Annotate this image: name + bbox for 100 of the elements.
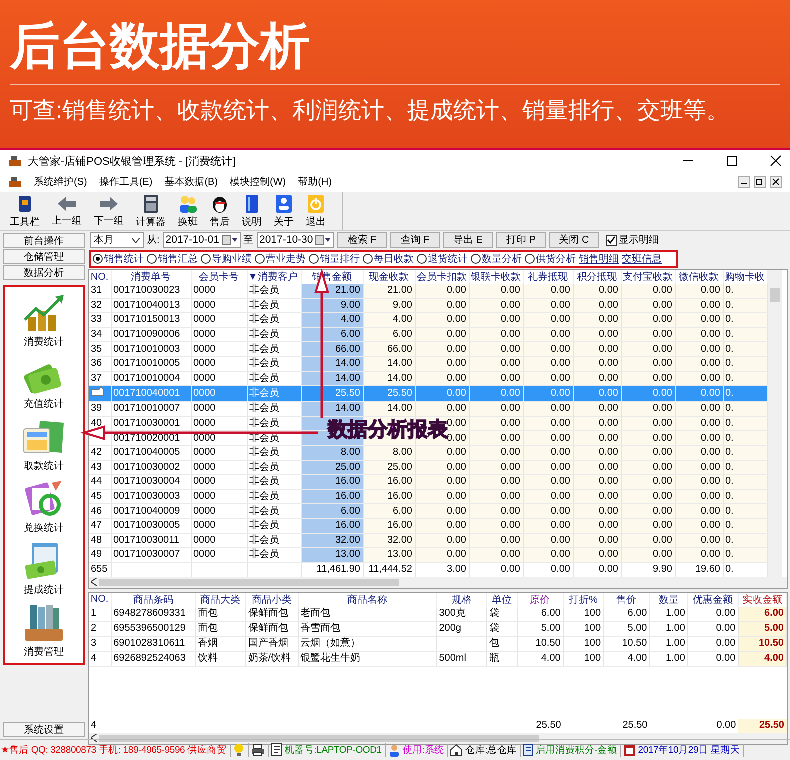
column-header[interactable]: 商品小类 — [246, 592, 298, 607]
table-cell: 0000 — [194, 432, 216, 444]
column-header[interactable]: 原价 — [517, 592, 564, 607]
sidebar-item[interactable]: 提成统计 — [5, 537, 83, 599]
sidebar-tab[interactable]: 前台操作 — [3, 233, 85, 248]
table-cell: 0.00 — [599, 329, 618, 340]
table-cell: 0.00 — [447, 462, 466, 473]
table-cell: 0.00 — [716, 638, 736, 650]
menu-item[interactable]: 模块控制(W) — [230, 175, 286, 189]
table-cell: 0.00 — [551, 476, 570, 488]
banner-subtitle: 可查:销售统计、收款统计、利润统计、提成统计、销量排行、交班等。 — [10, 96, 730, 125]
toolbar-button[interactable]: 下一组 — [88, 192, 130, 230]
report-radio[interactable]: 数量分析 — [471, 252, 522, 266]
report-radio[interactable]: 导购业绩 — [201, 252, 252, 266]
binders-tray-icon — [22, 603, 66, 643]
table-cell: 40 — [91, 418, 102, 430]
action-button[interactable]: 查询 F — [390, 232, 440, 248]
date-field[interactable]: 2017-10-01 — [162, 232, 240, 248]
table-cell: 0.00 — [447, 329, 466, 340]
date-field[interactable]: 2017-10-30 — [256, 232, 334, 248]
column-header[interactable]: 商品名称 — [298, 592, 437, 607]
table-cell: 6.00 — [393, 329, 412, 340]
toolbar-button[interactable]: 退出 — [300, 192, 332, 230]
to-label: 至 — [244, 234, 254, 247]
total-cell: 0.00 — [501, 564, 520, 576]
toolbar-button[interactable]: 换班 — [172, 192, 204, 230]
sidebar-item[interactable]: 充值统计 — [5, 351, 83, 413]
close-icon[interactable] — [770, 176, 782, 188]
menu-item[interactable]: 帮助(H) — [298, 175, 332, 189]
menu-item[interactable]: 操作工具(E) — [99, 175, 153, 189]
scroll-left-icon[interactable] — [91, 578, 97, 586]
table-cell: 国产香烟 — [248, 638, 288, 650]
table-cell: 001710030007 — [114, 549, 180, 560]
table-cell: 0. — [726, 491, 734, 502]
report-radio[interactable]: 退货统计 — [417, 252, 468, 266]
column-header[interactable]: 商品条码 — [111, 592, 196, 607]
column-header[interactable]: 单位 — [486, 592, 518, 607]
horizontal-scrollbar[interactable] — [89, 576, 787, 588]
column-header[interactable]: 优惠金额 — [688, 592, 738, 607]
show-detail-checkbox[interactable]: 显示明细 — [606, 233, 660, 247]
close-icon[interactable] — [770, 155, 782, 167]
toolbar-button[interactable]: 计算器 — [130, 192, 172, 230]
action-button[interactable]: 导出 E — [443, 232, 494, 248]
toolbar-button[interactable]: 上一组 — [46, 192, 88, 230]
report-radio[interactable]: 营业走势 — [255, 252, 306, 266]
report-link[interactable]: 销售明细 — [579, 252, 619, 266]
people-icon — [178, 194, 198, 214]
caret-icon — [132, 238, 140, 242]
column-header[interactable]: 消费客户 — [247, 270, 301, 284]
minimize-icon[interactable] — [738, 176, 750, 188]
action-button[interactable]: 关闭 C — [549, 232, 600, 248]
maximize-icon[interactable] — [726, 155, 738, 167]
table-cell: 0.00 — [551, 549, 570, 560]
action-button[interactable]: 打印 P — [496, 232, 546, 248]
register-icon — [8, 176, 22, 188]
menu-item[interactable]: 系统维护(S) — [34, 175, 88, 189]
table-cell: 0.00 — [701, 432, 720, 444]
sidebar-item[interactable]: 消费统计 — [5, 289, 83, 351]
table-cell: 0000 — [194, 300, 216, 311]
toolbar-button[interactable]: 售后 — [204, 192, 236, 230]
menu-item[interactable]: 基本数据(B) — [164, 175, 218, 189]
column-header[interactable]: 数量 — [650, 592, 688, 607]
sidebar-item[interactable]: 消费管理 — [5, 599, 83, 661]
restore-icon[interactable] — [754, 176, 766, 188]
table-cell: 0.00 — [551, 344, 570, 355]
report-radio[interactable]: 销售统计 — [93, 252, 144, 266]
column-header[interactable]: NO. — [89, 592, 112, 607]
table-cell: 25.50 — [335, 388, 360, 400]
table-cell: 2 — [91, 623, 97, 634]
column-header[interactable]: 消费单号 — [111, 270, 191, 284]
sidebar-item[interactable]: 取款统计 — [5, 413, 83, 475]
column-header[interactable]: NO. — [89, 270, 111, 284]
column-header[interactable]: 规格 — [436, 592, 487, 607]
total-cell: 655 — [91, 564, 108, 576]
column-header[interactable]: 会员卡号 — [191, 270, 247, 284]
sidebar-item[interactable]: 兑换统计 — [5, 475, 83, 537]
report-radio[interactable]: 销售汇总 — [147, 252, 198, 266]
sidebar-tab[interactable]: 仓储管理 — [3, 249, 85, 264]
table-cell: 0.00 — [447, 358, 466, 370]
horizontal-scrollbar[interactable] — [89, 732, 787, 744]
report-radio[interactable]: 供货分析 — [525, 252, 576, 266]
table-cell: 0.00 — [653, 285, 672, 296]
table-cell: 非会员 — [250, 344, 280, 355]
toolbar-button[interactable]: 关于 — [268, 192, 300, 230]
table-cell: 0.00 — [701, 418, 720, 430]
column-header[interactable]: 售价 — [604, 592, 650, 607]
toolbar-button[interactable]: 工具栏 — [4, 192, 46, 230]
column-header[interactable]: 打折% — [563, 592, 604, 607]
scroll-left-icon[interactable] — [91, 734, 97, 742]
report-radio[interactable]: 销量排行 — [309, 252, 360, 266]
column-header[interactable]: 商品大类 — [196, 592, 246, 607]
sidebar-tab[interactable]: 系统设置 — [3, 722, 85, 737]
period-dropdown[interactable]: 本月 — [90, 232, 144, 248]
toolbar-button[interactable]: 说明 — [236, 192, 268, 230]
report-radio[interactable]: 每日收款 — [363, 252, 414, 266]
sidebar-tab[interactable]: 数据分析 — [3, 265, 85, 280]
action-button[interactable]: 检索 F — [337, 232, 388, 248]
vertical-scrollbar[interactable] — [768, 270, 782, 577]
report-link[interactable]: 交班信息 — [622, 252, 662, 266]
table-cell: 0.00 — [653, 344, 672, 355]
